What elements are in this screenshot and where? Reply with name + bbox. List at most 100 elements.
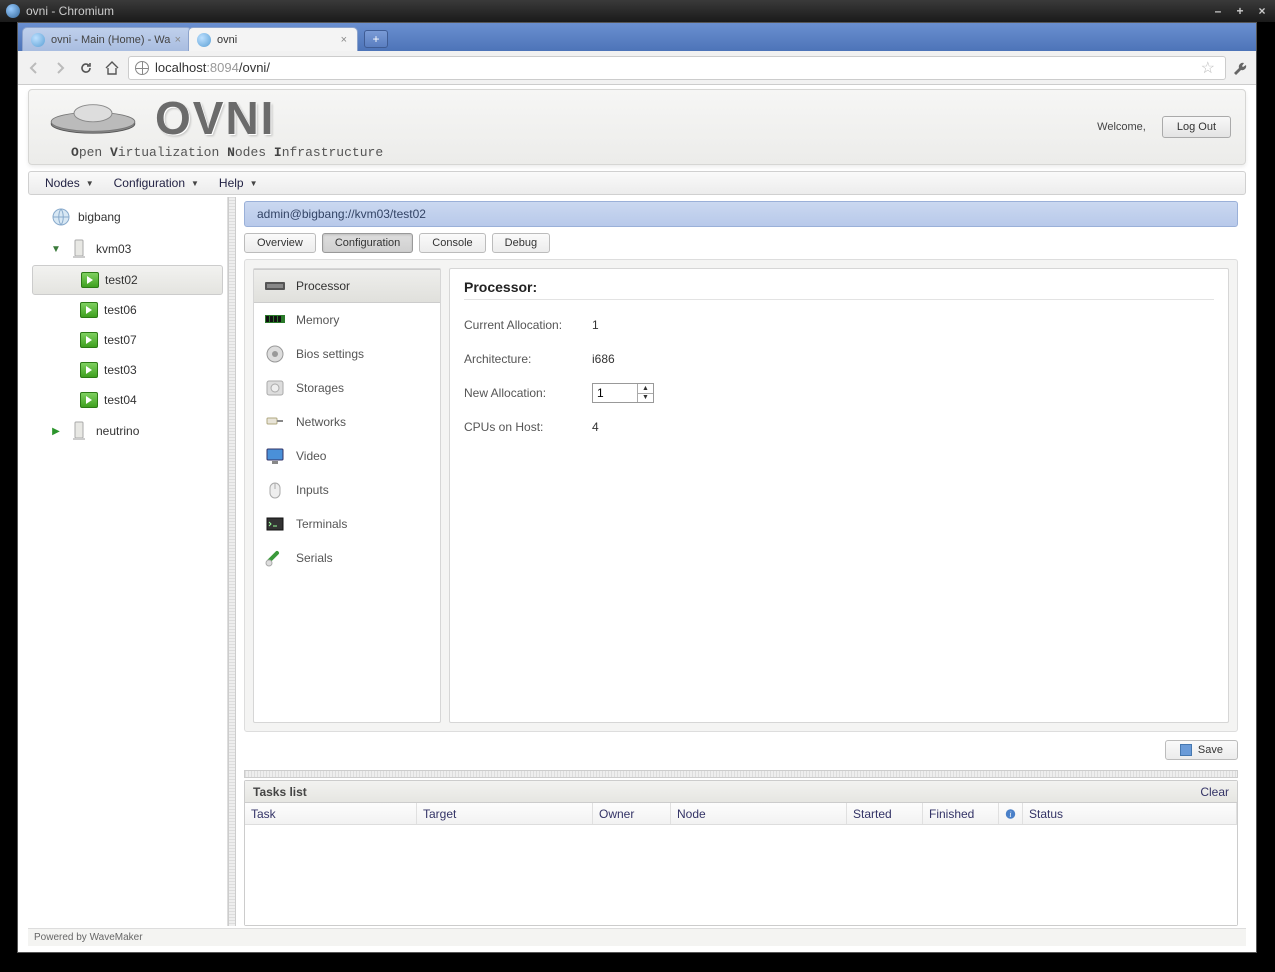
col-started[interactable]: Started xyxy=(847,803,923,824)
expand-icon[interactable]: ▶ xyxy=(50,426,62,437)
vm-running-icon xyxy=(80,362,98,378)
col-owner[interactable]: Owner xyxy=(593,803,671,824)
wrench-menu-icon[interactable] xyxy=(1232,59,1250,77)
cfg-inputs[interactable]: Inputs xyxy=(254,473,440,507)
horizontal-splitter[interactable] xyxy=(244,770,1238,778)
bookmark-star-icon[interactable]: ☆ xyxy=(1201,58,1215,78)
label-current-allocation: Current Allocation: xyxy=(464,318,592,332)
browser-tab-inactive[interactable]: ovni - Main (Home) - Wa × xyxy=(22,27,192,51)
maximize-icon[interactable]: + xyxy=(1233,4,1247,18)
menu-help[interactable]: Help▼ xyxy=(209,172,268,194)
minimize-icon[interactable]: – xyxy=(1211,4,1225,18)
footer: Powered by WaveMaker xyxy=(28,928,1246,946)
tasks-body xyxy=(245,825,1237,925)
tab-close-icon[interactable]: × xyxy=(175,34,181,46)
col-task[interactable]: Task xyxy=(245,803,417,824)
cfg-terminals[interactable]: Terminals xyxy=(254,507,440,541)
forward-button[interactable] xyxy=(50,58,70,78)
cfg-bios[interactable]: Bios settings xyxy=(254,337,440,371)
main-split: bigbang ▼ kvm03 test02 test06 xyxy=(28,197,1246,926)
url-port: :8094 xyxy=(206,60,239,75)
tree-vm[interactable]: test06 xyxy=(28,295,227,325)
cfg-networks[interactable]: Networks xyxy=(254,405,440,439)
url-path: /ovni/ xyxy=(239,60,270,75)
detail-title: Processor: xyxy=(464,279,1214,300)
tree-host-kvm03[interactable]: ▼ kvm03 xyxy=(28,233,227,265)
col-status[interactable]: Status xyxy=(1023,803,1237,824)
browser-window: ovni - Main (Home) - Wa × ovni × + local… xyxy=(17,22,1257,953)
header-panel: OVNI Open Virtualization Nodes Infrastru… xyxy=(28,89,1246,165)
collapse-icon[interactable]: ▼ xyxy=(50,244,62,255)
cfg-video[interactable]: Video xyxy=(254,439,440,473)
caret-down-icon: ▼ xyxy=(250,179,258,188)
tree-label: test03 xyxy=(104,363,137,377)
config-detail: Processor: Current Allocation: 1 Archite… xyxy=(449,268,1229,723)
tree-host-neutrino[interactable]: ▶ neutrino xyxy=(28,415,227,447)
col-node[interactable]: Node xyxy=(671,803,847,824)
tab-title: ovni xyxy=(217,34,237,46)
tasks-columns: Task Target Owner Node Started Finished … xyxy=(245,803,1237,825)
mouse-icon xyxy=(264,481,286,499)
terminal-icon xyxy=(264,515,286,533)
clear-tasks-button[interactable]: Clear xyxy=(1200,785,1229,799)
network-icon xyxy=(264,413,286,431)
caret-down-icon: ▼ xyxy=(86,179,94,188)
reload-button[interactable] xyxy=(76,58,96,78)
tree-vm[interactable]: test03 xyxy=(28,355,227,385)
cfg-storages[interactable]: Storages xyxy=(254,371,440,405)
spinner-up-icon[interactable]: ▲ xyxy=(638,384,653,394)
cfg-serials[interactable]: Serials xyxy=(254,541,440,575)
tab-configuration[interactable]: Configuration xyxy=(322,233,413,253)
footer-text: Powered by WaveMaker xyxy=(34,932,143,943)
tab-close-icon[interactable]: × xyxy=(341,34,347,46)
col-target[interactable]: Target xyxy=(417,803,593,824)
tree-label: test06 xyxy=(104,303,137,317)
globe-icon xyxy=(135,61,149,75)
menubar: Nodes▼ Configuration▼ Help▼ xyxy=(28,171,1246,195)
tab-overview[interactable]: Overview xyxy=(244,233,316,253)
node-tree: bigbang ▼ kvm03 test02 test06 xyxy=(28,197,228,926)
close-icon[interactable]: × xyxy=(1255,4,1269,18)
caret-down-icon: ▼ xyxy=(191,179,199,188)
tasks-title: Tasks list xyxy=(253,785,307,799)
cfg-processor[interactable]: Processor xyxy=(254,269,440,303)
value-current-allocation: 1 xyxy=(592,318,599,332)
label-architecture: Architecture: xyxy=(464,352,592,366)
server-icon xyxy=(68,238,90,260)
url-input[interactable]: localhost:8094/ovni/ ☆ xyxy=(128,56,1226,80)
tagline: Open Virtualization Nodes Infrastructure xyxy=(71,145,383,160)
browser-tab-active[interactable]: ovni × xyxy=(188,27,358,51)
menu-nodes[interactable]: Nodes▼ xyxy=(35,172,104,194)
url-toolbar: localhost:8094/ovni/ ☆ xyxy=(18,51,1256,85)
tab-console[interactable]: Console xyxy=(419,233,485,253)
tab-debug[interactable]: Debug xyxy=(492,233,550,253)
globe-icon xyxy=(50,206,72,228)
processor-icon xyxy=(264,277,286,295)
video-icon xyxy=(264,447,286,465)
tree-label: test02 xyxy=(105,273,138,287)
cfg-memory[interactable]: Memory xyxy=(254,303,440,337)
tree-vm[interactable]: test02 xyxy=(32,265,223,295)
spinner-down-icon[interactable]: ▼ xyxy=(638,394,653,403)
logout-button[interactable]: Log Out xyxy=(1162,116,1231,138)
home-button[interactable] xyxy=(102,58,122,78)
vertical-splitter[interactable] xyxy=(228,197,236,926)
new-allocation-input[interactable] xyxy=(593,384,637,402)
new-allocation-spinner[interactable]: ▲ ▼ xyxy=(592,383,654,403)
tree-vm[interactable]: test07 xyxy=(28,325,227,355)
config-body: Processor Memory Bios settings Stor xyxy=(244,259,1238,732)
back-button[interactable] xyxy=(24,58,44,78)
menu-configuration[interactable]: Configuration▼ xyxy=(104,172,209,194)
tree-vm[interactable]: test04 xyxy=(28,385,227,415)
label-new-allocation: New Allocation: xyxy=(464,386,592,400)
tree-label: kvm03 xyxy=(96,242,131,256)
tree-root[interactable]: bigbang xyxy=(28,201,227,233)
col-finished[interactable]: Finished xyxy=(923,803,999,824)
brand-text: OVNI xyxy=(155,95,275,141)
col-info-icon[interactable]: i xyxy=(999,803,1023,824)
tasks-panel: Tasks list Clear Task Target Owner Node … xyxy=(244,780,1238,926)
server-icon xyxy=(68,420,90,442)
memory-icon xyxy=(264,311,286,329)
new-tab-button[interactable]: + xyxy=(364,30,388,48)
save-button[interactable]: Save xyxy=(1165,740,1238,760)
